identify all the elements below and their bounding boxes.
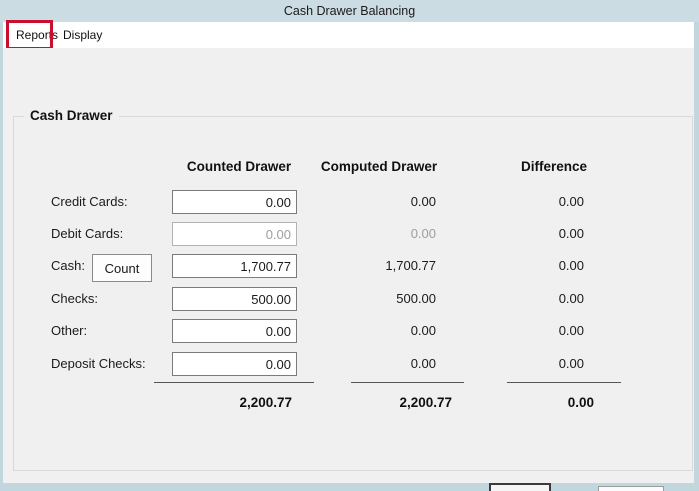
- cash-difference-value: 0.00: [558, 258, 584, 273]
- computed-total-separator: [351, 382, 464, 383]
- menu-item-reports-label: Reports: [16, 28, 59, 42]
- computed-total-value: 2,200.77: [399, 395, 452, 410]
- difference-total-value: 0.00: [567, 395, 594, 410]
- debit-cards-counted-input: [172, 222, 297, 246]
- deposit-checks-difference-value: 0.00: [558, 356, 584, 371]
- deposit-checks-computed-value: 0.00: [410, 356, 436, 371]
- column-header-counted-drawer: Counted Drawer: [186, 159, 292, 174]
- counted-total-separator: [154, 382, 314, 383]
- menu-item-reports[interactable]: Reports: [10, 22, 64, 48]
- cash-computed-value: 1,700.77: [385, 258, 436, 273]
- table-row-cash: Cash: Count 1,700.77 0.00: [14, 254, 694, 282]
- credit-cards-counted-input[interactable]: [172, 190, 297, 214]
- menu-item-display[interactable]: Display: [57, 22, 108, 48]
- debit-cards-difference-value: 0.00: [558, 226, 584, 241]
- checks-computed-value: 500.00: [396, 291, 436, 306]
- client-area: Cash Drawer Counted Drawer Computed Draw…: [3, 48, 694, 491]
- column-header-difference: Difference: [520, 159, 588, 174]
- table-row-other: Other: 0.00 0.00: [14, 319, 694, 347]
- checks-difference-value: 0.00: [558, 291, 584, 306]
- credit-cards-computed-value: 0.00: [410, 194, 436, 209]
- row-label-deposit-checks: Deposit Checks:: [51, 356, 146, 371]
- credit-cards-difference-value: 0.00: [558, 194, 584, 209]
- deposit-checks-counted-input[interactable]: [172, 352, 297, 376]
- difference-total-separator: [507, 382, 621, 383]
- menu-bar: Reports Display: [3, 22, 694, 48]
- row-label-credit-cards: Credit Cards:: [51, 194, 128, 209]
- column-header-computed-drawer: Computed Drawer: [320, 159, 438, 174]
- checks-counted-input[interactable]: [172, 287, 297, 311]
- table-row-debit-cards: Debit Cards: 0.00 0.00: [14, 222, 694, 250]
- row-label-debit-cards: Debit Cards:: [51, 226, 124, 241]
- menu-item-display-label: Display: [63, 28, 103, 42]
- table-row-deposit-checks: Deposit Checks: 0.00 0.00: [14, 352, 694, 380]
- count-button[interactable]: Count: [92, 254, 152, 282]
- cash-drawer-groupbox: Cash Drawer Counted Drawer Computed Draw…: [13, 108, 694, 471]
- cash-drawer-balancing-window: Cash Drawer Balancing Reports Display Ca…: [0, 0, 699, 491]
- row-label-cash: Cash:: [51, 258, 85, 273]
- other-difference-value: 0.00: [558, 323, 584, 338]
- other-counted-input[interactable]: [172, 319, 297, 343]
- ok-button[interactable]: OK: [489, 483, 551, 491]
- window-title: Cash Drawer Balancing: [283, 4, 416, 18]
- title-bar: Cash Drawer Balancing: [0, 0, 699, 22]
- row-label-other: Other:: [51, 323, 88, 338]
- cancel-button[interactable]: Cancel: [598, 486, 664, 491]
- debit-cards-computed-value: 0.00: [410, 226, 436, 241]
- cash-counted-input[interactable]: [172, 254, 297, 278]
- row-label-checks: Checks:: [51, 291, 98, 306]
- counted-total-value: 2,200.77: [239, 395, 292, 410]
- table-row-checks: Checks: 500.00 0.00: [14, 287, 694, 315]
- other-computed-value: 0.00: [410, 323, 436, 338]
- groupbox-title: Cash Drawer: [24, 108, 119, 123]
- table-row-credit-cards: Credit Cards: 0.00 0.00: [14, 190, 694, 218]
